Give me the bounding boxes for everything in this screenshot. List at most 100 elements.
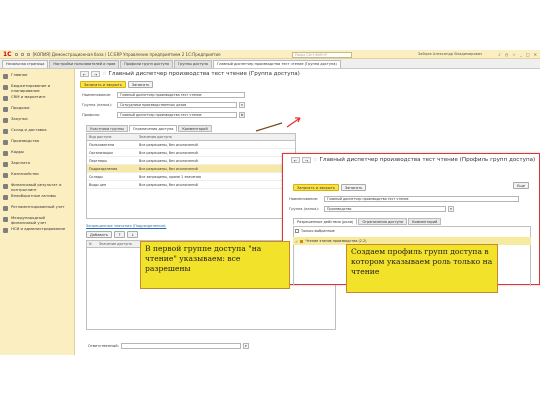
back-arrow-icon[interactable]: ← bbox=[80, 71, 89, 77]
sidebar-item-administration[interactable]: НСИ и администрирование bbox=[0, 226, 74, 238]
current-user[interactable]: Зайцев Александр Владимирович bbox=[418, 51, 482, 58]
tab-comment[interactable]: Комментарий bbox=[178, 125, 212, 132]
role-icon bbox=[300, 239, 304, 243]
global-search-input[interactable]: Поиск Ctrl+Shift+F bbox=[292, 51, 352, 58]
responsible-input[interactable] bbox=[120, 343, 241, 349]
column-header: N bbox=[89, 242, 92, 246]
group-label: Группа (папка): bbox=[82, 103, 112, 107]
access-value-cell: Все запрещены, кроме 1 значения bbox=[139, 175, 201, 179]
minimize-icon[interactable]: _ bbox=[520, 52, 522, 57]
access-kind-cell: Организации bbox=[89, 151, 113, 155]
save-and-close-button[interactable]: Записать и закрыть bbox=[80, 81, 126, 88]
menu-icon[interactable] bbox=[14, 52, 18, 56]
profile-open-button[interactable]: ⧉ bbox=[239, 112, 245, 118]
history-icon[interactable]: ◷ bbox=[505, 52, 509, 57]
title-bar: 1С [КОПИЯ] Демонстрационная база / 1С:ER… bbox=[0, 50, 540, 59]
name-label: Наименование: bbox=[289, 197, 319, 201]
profile-label: Профиль: bbox=[82, 113, 101, 117]
profile-input[interactable]: Главный диспетчер производства тест чтен… bbox=[117, 112, 237, 118]
sidebar-item-label: Внеоборотные активы bbox=[11, 193, 56, 198]
save-and-close-button[interactable]: Записать и закрыть bbox=[293, 184, 339, 191]
profile-name-input[interactable]: Главный диспетчер производства тест чтен… bbox=[324, 196, 519, 202]
section-icon bbox=[3, 183, 8, 189]
tab-home[interactable]: Начальная страница bbox=[2, 60, 49, 68]
profile-group-input[interactable]: Производство bbox=[324, 206, 446, 212]
column-header: Вид доступа bbox=[89, 135, 112, 139]
responsible-label: Ответственный: bbox=[88, 344, 119, 348]
responsible-select-button[interactable]: ▾ bbox=[242, 343, 249, 349]
only-selected-label: Только выбранные bbox=[301, 229, 335, 233]
tab-comment[interactable]: Комментарий bbox=[408, 218, 442, 225]
move-down-icon[interactable]: ↓ bbox=[127, 231, 139, 238]
tab-access-restrictions[interactable]: Ограничения доступа bbox=[358, 218, 407, 225]
tab-allowed-actions[interactable]: Разрешенные действия (роли) bbox=[293, 218, 358, 225]
table-row[interactable]: Партнеры Все разрешены, без исключений bbox=[87, 157, 295, 165]
access-value-cell: Все разрешены, без исключений bbox=[139, 159, 198, 163]
table-row[interactable]: Организации Все разрешены, без исключени… bbox=[87, 149, 295, 157]
table-row[interactable]: Виды цен Все разрешены, без исключений bbox=[87, 181, 295, 189]
save-button[interactable]: Записать bbox=[127, 81, 154, 88]
callout-profile-note: Создаем профиль групп доступа в котором … bbox=[346, 244, 498, 293]
table-row[interactable]: Пользователи Все разрешены, без исключен… bbox=[87, 141, 295, 149]
tab-access-profiles[interactable]: Профили групп доступа bbox=[120, 60, 174, 68]
forward-arrow-icon[interactable]: → bbox=[302, 157, 311, 163]
tab-group-members[interactable]: Участники группы bbox=[86, 125, 128, 132]
section-icon bbox=[3, 84, 8, 90]
bell-icon[interactable]: ♪ bbox=[498, 52, 501, 57]
section-icon bbox=[3, 117, 8, 123]
only-selected-checkbox[interactable] bbox=[295, 229, 299, 233]
access-kind-cell: Виды цен bbox=[89, 183, 107, 187]
add-value-button[interactable]: Добавить bbox=[86, 231, 113, 238]
form-tabs: Участники группы Ограничения доступа Ком… bbox=[86, 125, 212, 132]
section-icon bbox=[3, 194, 8, 200]
sidebar-item-label: Зарплата bbox=[11, 160, 30, 165]
profile-field-row: Профиль: Главный диспетчер производства … bbox=[82, 112, 245, 118]
tab-access-restrictions[interactable]: Ограничения доступа bbox=[128, 125, 178, 132]
table-row[interactable]: Склады Все запрещены, кроме 1 значения bbox=[87, 173, 295, 181]
group-field-row: Группа (папка): Сотрудники производствен… bbox=[82, 102, 245, 108]
group-select-button[interactable]: ▾ bbox=[239, 102, 245, 108]
more-menu-button[interactable]: Еще bbox=[513, 182, 529, 189]
sidebar-item-label: Главное bbox=[11, 72, 28, 77]
section-icon bbox=[3, 73, 8, 79]
favorite-star-icon[interactable]: ☆ bbox=[102, 71, 106, 77]
group-input[interactable]: Сотрудники производственных цехов bbox=[117, 102, 237, 108]
values-toolbar: Добавить ↑ ↓ bbox=[86, 231, 139, 238]
maximize-icon[interactable]: □ bbox=[526, 52, 530, 57]
profile-form-header: ← → ☆ Главный диспетчер производства тес… bbox=[291, 157, 535, 163]
save-button[interactable]: Записать bbox=[340, 184, 367, 191]
close-icon[interactable]: ✕ bbox=[534, 52, 537, 57]
tab-current-document[interactable]: Главный диспетчер производства тест чтен… bbox=[212, 60, 341, 68]
app-logo: 1С bbox=[3, 50, 12, 58]
profile-form-toolbar: Записать и закрыть Записать bbox=[293, 184, 367, 191]
sidebar-item-label: Международный финансовый учет bbox=[11, 215, 47, 225]
home-icon[interactable] bbox=[20, 52, 24, 56]
back-arrow-icon[interactable]: ← bbox=[291, 157, 300, 163]
section-icon bbox=[3, 161, 8, 167]
back-icon[interactable] bbox=[26, 52, 30, 56]
table-row-selected[interactable]: Подразделения Все разрешены, без исключе… bbox=[87, 165, 295, 173]
column-header: Значения доступа bbox=[139, 135, 172, 139]
section-icon bbox=[3, 227, 8, 233]
star-icon[interactable]: ☆ bbox=[512, 52, 516, 57]
page-title: Главный диспетчер производства тест чтен… bbox=[108, 71, 300, 77]
checkmark-icon[interactable]: ✓ bbox=[295, 239, 298, 244]
profile-name-field-row: Наименование: Главный диспетчер производ… bbox=[289, 196, 519, 202]
access-value-cell: Все разрешены, без исключений bbox=[139, 183, 198, 187]
name-input[interactable]: Главный диспетчер производства тест чтен… bbox=[117, 92, 245, 98]
tab-access-groups[interactable]: Группы доступа bbox=[174, 60, 212, 68]
sidebar-item-label: Склад и доставка bbox=[11, 127, 47, 132]
access-kinds-table: Вид доступа Значения доступа Пользовател… bbox=[86, 133, 296, 219]
responsible-field-row: Ответственный: ▾ bbox=[88, 343, 249, 349]
access-value-cell: Все разрешены, без исключений bbox=[139, 143, 198, 147]
document-header: ← → ☆ Главный диспетчер производства тес… bbox=[80, 71, 300, 77]
profile-group-select-button[interactable]: ▾ bbox=[448, 206, 454, 212]
forward-arrow-icon[interactable]: → bbox=[91, 71, 100, 77]
favorite-star-icon[interactable]: ☆ bbox=[313, 157, 317, 163]
restricted-values-link[interactable]: Запрещенные значения (Подразделения): bbox=[86, 224, 166, 228]
move-up-icon[interactable]: ↑ bbox=[114, 231, 126, 238]
role-label: Чтение этапов производства (2.2) bbox=[305, 239, 367, 243]
tab-user-settings[interactable]: Настройки пользователей и прав bbox=[49, 60, 120, 68]
section-icon bbox=[3, 150, 8, 156]
section-icon bbox=[3, 172, 8, 178]
